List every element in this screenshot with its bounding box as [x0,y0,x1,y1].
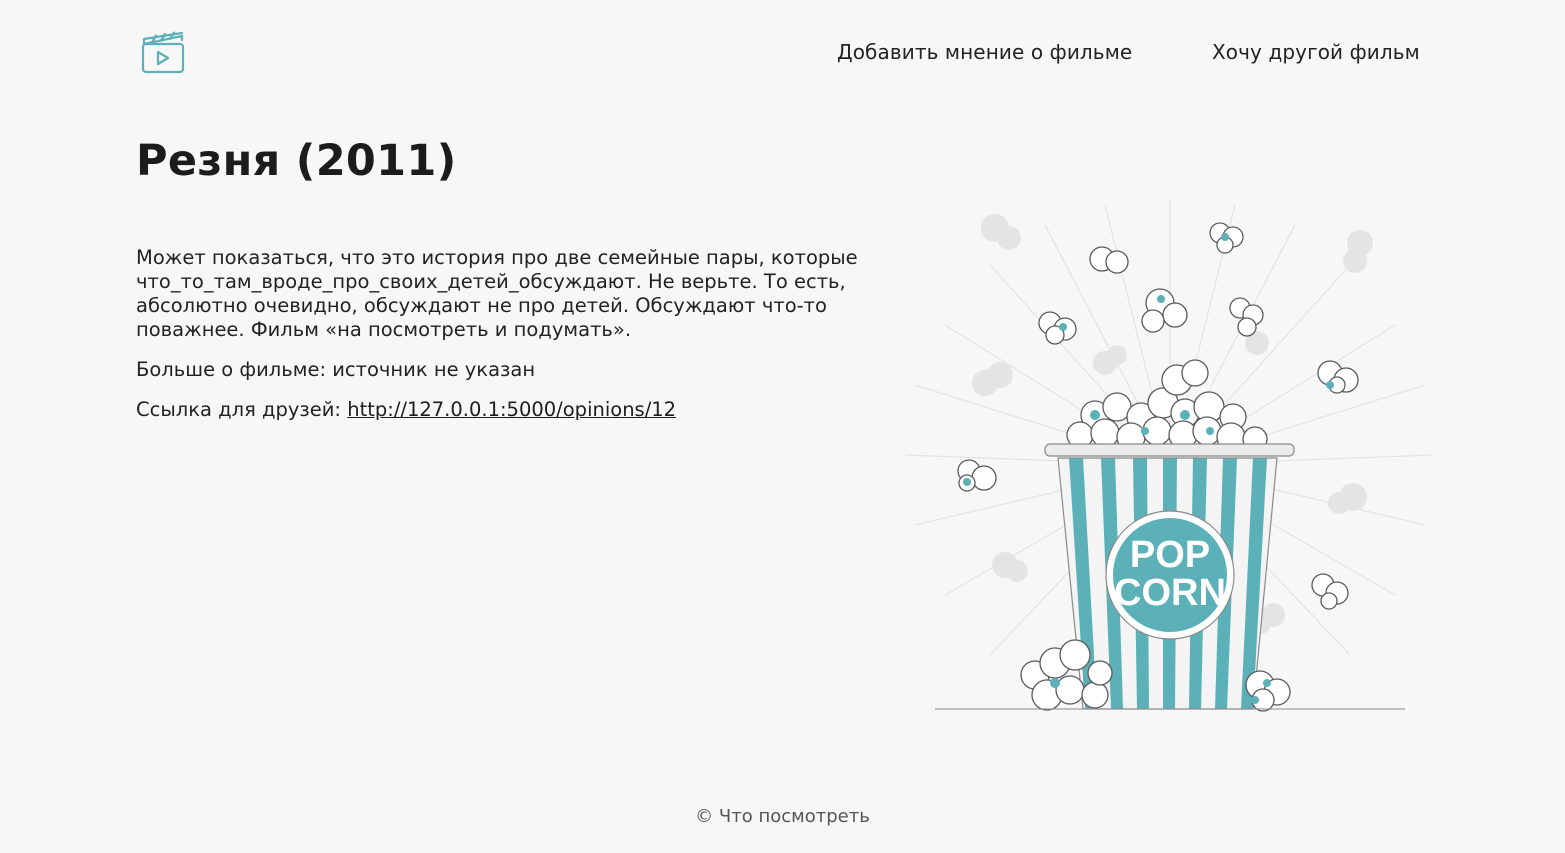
opinion-text: Может показаться, что это история про дв… [136,246,858,341]
share-label: Ссылка для друзей: [136,398,348,421]
share-line: Ссылка для друзей: http://127.0.0.1:5000… [136,398,876,422]
popcorn-badge: POP CORN [1105,510,1235,640]
bucket-rim [1044,443,1295,457]
nav-other-film-link[interactable]: Хочу другой фильм [1212,40,1420,64]
nav-add-opinion-link[interactable]: Добавить мнение о фильме [837,40,1132,64]
film-clapper-play-icon[interactable] [140,31,186,77]
source-line: Больше о фильме: источник не указан [136,358,876,382]
site-footer: © Что посмотреть [0,806,1565,827]
popcorn-pile [1066,359,1268,452]
site-header: Добавить мнение о фильме Хочу другой фил… [0,0,1565,106]
share-link[interactable]: http://127.0.0.1:5000/opinions/12 [347,398,676,421]
badge-line-2: CORN [1114,572,1226,614]
badge-line-1: POP [1130,534,1210,576]
footer-copyright: © Что посмотреть [695,806,870,827]
source-value: источник не указан [332,358,536,381]
source-label: Больше о фильме: [136,358,333,381]
page-title: Резня (2011) [136,136,457,186]
popcorn-bucket-illustration: POP CORN [905,200,1434,712]
opinion-content: Может показаться, что это история про дв… [136,246,876,438]
